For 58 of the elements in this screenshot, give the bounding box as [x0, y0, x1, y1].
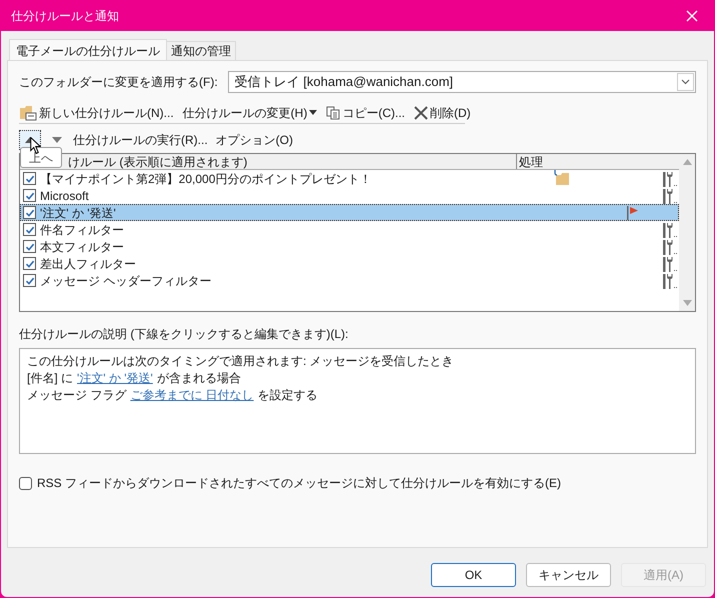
rule-name: '注文' か '発送'	[40, 204, 116, 222]
rule-row[interactable]: 【マイナポイント第2弾】20,000円分のポイントプレゼント！	[20, 170, 679, 187]
rule-name: メッセージ ヘッダーフィルター	[40, 272, 212, 290]
window-title: 仕分けルールと通知	[11, 8, 119, 25]
rule-checkbox[interactable]	[23, 189, 36, 202]
description-text: を設定する	[258, 386, 318, 404]
rule-checkbox[interactable]	[23, 206, 36, 219]
chevron-down-icon	[681, 79, 690, 85]
toolbar-button[interactable]: 削除(D)	[414, 104, 471, 122]
rss-label: RSS フィードからダウンロードされたすべてのメッセージに対して仕分けルールを有効にする(E)	[37, 475, 562, 492]
description-link[interactable]: ご参考までに 日付なし	[130, 386, 254, 404]
description-label: 仕分けルールの説明 (下線をクリックすると編集できます)(L):	[19, 327, 348, 341]
rule-checkbox[interactable]	[23, 274, 36, 287]
tab[interactable]: 電子メールの仕分けルール	[9, 39, 167, 61]
rule-row[interactable]: 差出人フィルター	[20, 255, 679, 272]
description-link[interactable]: '注文' か '発送'	[77, 368, 153, 386]
rule-checkbox[interactable]	[23, 223, 36, 236]
rule-checkbox[interactable]	[23, 257, 36, 270]
rule-row[interactable]: '注文' か '発送'	[20, 204, 679, 221]
dialog-button[interactable]: OK	[431, 563, 516, 587]
rule-row[interactable]: メッセージ ヘッダーフィルター	[20, 272, 679, 289]
rule-name: 件名フィルター	[40, 222, 124, 238]
rule-name: Microsoft	[40, 188, 89, 204]
description-text: [件名] に	[27, 370, 74, 386]
toolbar-button[interactable]: 仕分けルールの変更(H)	[182, 104, 318, 122]
copy-icon	[326, 106, 340, 120]
flag-icon	[627, 206, 639, 220]
rss-checkbox[interactable]	[19, 476, 32, 490]
options-button[interactable]: オプション(O)	[216, 131, 293, 149]
rule-row[interactable]: Microsoft	[20, 187, 679, 204]
delete-icon	[414, 106, 428, 120]
column-header[interactable]: 処理	[517, 154, 679, 169]
down-arrow-icon	[52, 137, 62, 143]
description-text: が含まれる場合	[156, 370, 241, 386]
toolbar-button[interactable]: 新しい仕分けルール(N)...	[19, 104, 174, 122]
rule-name: 差出人フィルター	[40, 256, 136, 272]
close-icon	[686, 10, 698, 22]
folder-dropdown[interactable]: 受信トレイ [kohama@wanichan.com]	[228, 71, 696, 93]
rule-row[interactable]: 件名フィルター	[20, 221, 679, 238]
run-rules-button[interactable]: 仕分けルールの実行(R)...	[73, 131, 208, 149]
new-rule-icon	[19, 104, 37, 120]
dropdown-arrow-icon	[309, 110, 318, 115]
tooltip: 上へ	[20, 147, 62, 168]
tab[interactable]: 通知の管理	[167, 41, 236, 60]
rule-name: 【マイナポイント第2弾】20,000円分のポイントプレゼント！	[40, 170, 372, 188]
scroll-down-icon	[682, 300, 692, 306]
rule-name: 本文フィルター	[40, 238, 124, 256]
folder-label: このフォルダーに変更を適用する(F):	[19, 74, 218, 91]
scrollbar[interactable]	[679, 154, 695, 311]
scroll-up-icon	[682, 159, 692, 165]
dialog-button[interactable]: キャンセル	[526, 563, 611, 587]
folder-icon	[553, 170, 570, 185]
rule-checkbox[interactable]	[23, 172, 36, 185]
description-text: この仕分けルールは次のタイミングで適用されます: メッセージを受信したとき	[27, 352, 454, 370]
rule-checkbox[interactable]	[23, 240, 36, 253]
rule-row[interactable]: 本文フィルター	[20, 238, 679, 255]
description-text: メッセージ フラグ	[27, 386, 126, 404]
toolbar-button[interactable]: コピー(C)...	[326, 104, 406, 122]
